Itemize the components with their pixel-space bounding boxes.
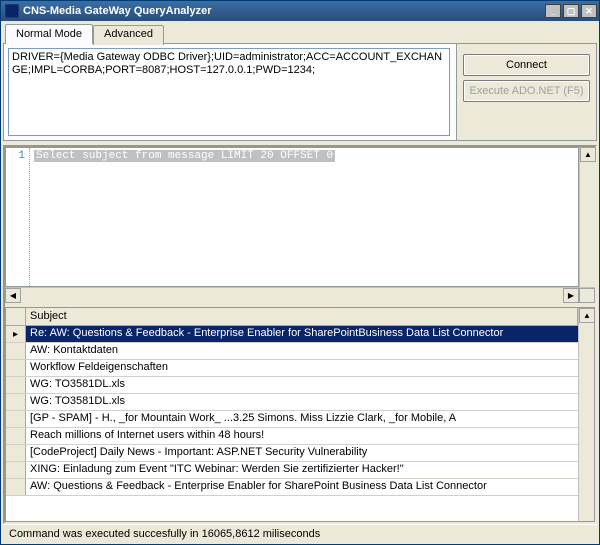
sql-scrollbar-horizontal[interactable]: ◀ ▶ <box>5 287 595 303</box>
status-text: Command was executed succesfully in 1606… <box>9 528 320 540</box>
status-bar: Command was executed succesfully in 1606… <box>3 524 597 544</box>
grid-body[interactable]: Re: AW: Questions & Feedback - Enterpris… <box>6 326 578 521</box>
row-header[interactable] <box>6 445 26 461</box>
cell-subject[interactable]: WG: TO3581DL.xls <box>26 394 578 410</box>
table-row[interactable]: Re: AW: Questions & Feedback - Enterpris… <box>6 326 578 343</box>
row-header[interactable] <box>6 411 26 427</box>
scroll-corner <box>579 288 595 303</box>
cell-subject[interactable]: WG: TO3581DL.xls <box>26 377 578 393</box>
sql-text-area[interactable]: Select subject from message LIMIT 20 OFF… <box>30 148 578 286</box>
scroll-up-icon[interactable]: ▲ <box>579 308 594 323</box>
table-row[interactable]: [CodeProject] Daily News - Important: AS… <box>6 445 578 462</box>
action-buttons: Connect Execute ADO.NET (F5) <box>456 44 596 140</box>
row-header[interactable] <box>6 360 26 376</box>
window-title: CNS-Media GateWay QueryAnalyzer <box>23 5 543 17</box>
row-header[interactable] <box>6 462 26 478</box>
sql-scrollbar-vertical[interactable]: ▲ <box>579 147 595 287</box>
tab-advanced[interactable]: Advanced <box>93 25 164 45</box>
row-header[interactable] <box>6 377 26 393</box>
row-header[interactable] <box>6 394 26 410</box>
cell-subject[interactable]: Re: AW: Questions & Feedback - Enterpris… <box>26 326 578 342</box>
scroll-up-icon[interactable]: ▲ <box>580 147 596 162</box>
close-button[interactable]: ✕ <box>581 4 597 18</box>
scroll-left-icon[interactable]: ◀ <box>5 288 21 303</box>
row-header[interactable] <box>6 326 26 342</box>
table-row[interactable]: Workflow Feldeigenschaften <box>6 360 578 377</box>
app-icon <box>5 4 19 18</box>
table-row[interactable]: [GP - SPAM] - H., _for Mountain Work_ ..… <box>6 411 578 428</box>
cell-subject[interactable]: Workflow Feldeigenschaften <box>26 360 578 376</box>
table-row[interactable]: XING: Einladung zum Event "ITC Webinar: … <box>6 462 578 479</box>
row-header[interactable] <box>6 479 26 495</box>
table-row[interactable]: AW: Kontaktdaten <box>6 343 578 360</box>
table-row[interactable]: AW: Questions & Feedback - Enterprise En… <box>6 479 578 496</box>
table-row[interactable]: WG: TO3581DL.xls <box>6 377 578 394</box>
sql-editor[interactable]: 1 Select subject from message LIMIT 20 O… <box>5 147 579 287</box>
results-grid: Subject Re: AW: Questions & Feedback - E… <box>5 307 595 522</box>
grid-header-row: Subject <box>6 308 578 326</box>
connection-panel: DRIVER={Media Gateway ODBC Driver};UID=a… <box>3 43 597 141</box>
connect-button[interactable]: Connect <box>463 54 590 76</box>
cell-subject[interactable]: AW: Questions & Feedback - Enterprise En… <box>26 479 578 495</box>
maximize-button[interactable]: ▢ <box>563 4 579 18</box>
split-container: 1 Select subject from message LIMIT 20 O… <box>3 145 597 524</box>
column-header-subject[interactable]: Subject <box>26 308 578 325</box>
line-gutter: 1 <box>6 148 30 286</box>
row-header[interactable] <box>6 343 26 359</box>
execute-button[interactable]: Execute ADO.NET (F5) <box>463 80 590 102</box>
app-window: CNS-Media GateWay QueryAnalyzer _ ▢ ✕ No… <box>0 0 600 545</box>
connection-string-input[interactable]: DRIVER={Media Gateway ODBC Driver};UID=a… <box>8 48 450 136</box>
tabstrip: Normal Mode Advanced <box>5 23 597 43</box>
cell-subject[interactable]: XING: Einladung zum Event "ITC Webinar: … <box>26 462 578 478</box>
cell-subject[interactable]: AW: Kontaktdaten <box>26 343 578 359</box>
cell-subject[interactable]: Reach millions of Internet users within … <box>26 428 578 444</box>
cell-subject[interactable]: [GP - SPAM] - H., _for Mountain Work_ ..… <box>26 411 578 427</box>
row-header[interactable] <box>6 428 26 444</box>
row-header-corner <box>6 308 26 325</box>
cell-subject[interactable]: [CodeProject] Daily News - Important: AS… <box>26 445 578 461</box>
window-controls: _ ▢ ✕ <box>543 4 597 18</box>
sql-statement[interactable]: Select subject from message LIMIT 20 OFF… <box>34 150 335 162</box>
table-row[interactable]: WG: TO3581DL.xls <box>6 394 578 411</box>
table-row[interactable]: Reach millions of Internet users within … <box>6 428 578 445</box>
line-number: 1 <box>6 150 25 162</box>
client-area: Normal Mode Advanced DRIVER={Media Gatew… <box>1 21 599 544</box>
tab-normal-mode[interactable]: Normal Mode <box>5 24 93 44</box>
grid-scrollbar-vertical[interactable]: ▲ <box>578 308 594 521</box>
scroll-right-icon[interactable]: ▶ <box>563 288 579 303</box>
titlebar[interactable]: CNS-Media GateWay QueryAnalyzer _ ▢ ✕ <box>1 1 599 21</box>
minimize-button[interactable]: _ <box>545 4 561 18</box>
